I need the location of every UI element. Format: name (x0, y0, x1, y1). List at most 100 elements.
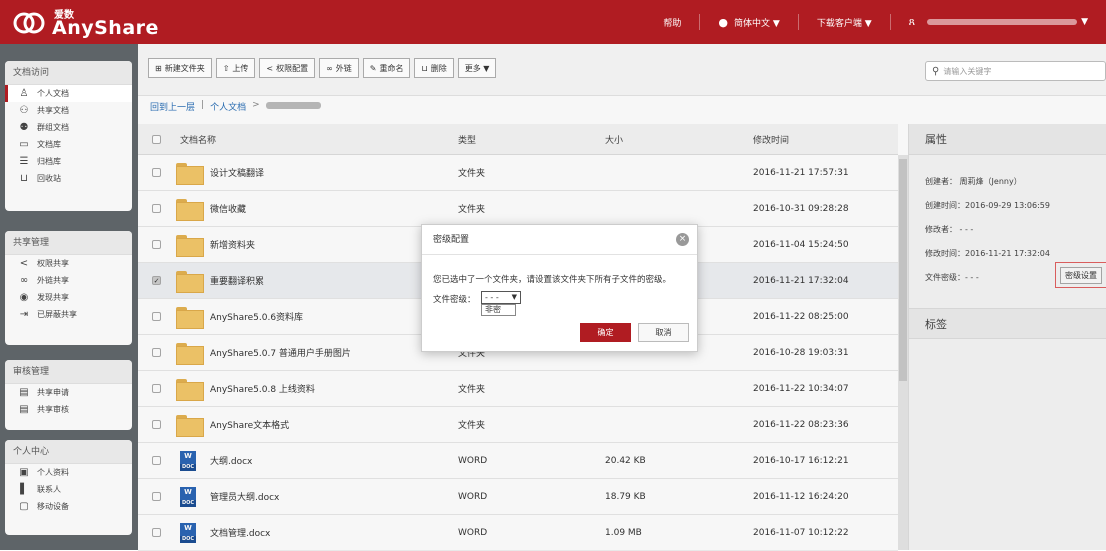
group-icon: ⚉ (19, 122, 29, 133)
button-label: 权限配置 (276, 63, 309, 73)
permission-config-button[interactable]: < 权限配置 (259, 58, 316, 78)
sidebar-item-shared-docs[interactable]: ⚇ 共享文档 (5, 102, 132, 119)
logo[interactable]: 爱数 AnyShare (12, 6, 158, 40)
sidebar-group-personal-center: 个人中心 ▣ 个人资料 ▌ 联系人 ▢ 移动设备 (5, 440, 132, 535)
button-label: 上传 (232, 63, 249, 73)
sidebar-item-label: 共享文档 (37, 106, 69, 115)
search-input[interactable]: ⚲ 请输入关键字 (925, 61, 1106, 81)
sidebar-item-label: 联系人 (37, 485, 61, 494)
sidebar-item-contacts[interactable]: ▌ 联系人 (5, 481, 132, 498)
sidebar-group-title: 审核管理 (5, 360, 132, 384)
close-icon[interactable]: × (676, 233, 689, 246)
level-select-value: - - - (485, 293, 499, 302)
confirm-button[interactable]: 确定 (580, 323, 631, 342)
sidebar-item-label: 发现共享 (37, 293, 69, 302)
toolbar: ⊞ 新建文件夹 ⇧ 上传 < 权限配置 ∞ 外链 ✎ 重命名 ⊔ 删除 更多 ▼ ⚲ 请输入关… (138, 44, 1106, 96)
sidebar-item-label: 群组文档 (37, 123, 69, 132)
sidebar-group-document-access: 文档访问 ♙ 个人文档 ⚇ 共享文档 ⚉ 群组文档 ▭ 文档库 ☰ 归档库 ⊔ 回收站 (5, 61, 132, 211)
level-label: 文件密级： (433, 295, 476, 305)
sidebar-item-label: 权限共享 (37, 259, 69, 268)
cancel-button[interactable]: 取消 (638, 323, 689, 342)
sidebar-item-share-request[interactable]: ▤ 共享申请 (5, 384, 132, 401)
upload-button[interactable]: ⇧ 上传 (215, 58, 256, 78)
archive-icon: ☰ (19, 156, 29, 167)
button-label: 重命名 (379, 63, 404, 73)
sidebar-item-share-review[interactable]: ▤ 共享审核 (5, 401, 132, 418)
trash-icon: ⊔ (20, 173, 28, 184)
download-client-link[interactable]: 下载客户端 ▼ (797, 14, 890, 30)
more-button[interactable]: 更多 ▼ (457, 58, 497, 78)
share-user-icon: ⚇ (19, 105, 29, 116)
top-bar: 爱数 AnyShare 帮助 ● 简体中文 ▼ 下载客户端 ▼ ጸ ▼ (0, 0, 1106, 44)
help-label: 帮助 (663, 18, 682, 29)
sidebar-item-label: 文档库 (37, 140, 61, 149)
library-icon: ▭ (19, 139, 29, 150)
globe-icon: ● (718, 15, 729, 29)
delete-button[interactable]: ⊔ 删除 (414, 58, 454, 78)
sidebar-item-discover-share[interactable]: ◉ 发现共享 (5, 289, 132, 306)
link-icon: ∞ (326, 63, 333, 73)
sidebar-item-personal-docs[interactable]: ♙ 个人文档 (5, 85, 132, 102)
sidebar-item-archive[interactable]: ☰ 归档库 (5, 153, 132, 170)
eye-icon: ◉ (19, 292, 29, 303)
rename-icon: ✎ (369, 63, 377, 73)
new-folder-button[interactable]: ⊞ 新建文件夹 (148, 58, 212, 78)
button-label: 更多 ▼ (464, 63, 490, 73)
user-menu-arrow: ▼ (1081, 17, 1088, 27)
sidebar-group-title: 文档访问 (5, 61, 132, 85)
blocked-icon: ⇥ (19, 309, 29, 320)
upload-icon: ⇧ (222, 63, 230, 73)
level-option-nonsecret[interactable]: 非密 (481, 304, 516, 316)
sidebar-item-doc-library[interactable]: ▭ 文档库 (5, 136, 132, 153)
sidebar-group-review-management: 审核管理 ▤ 共享申请 ▤ 共享审核 (5, 360, 132, 430)
sidebar-item-label: 已屏蔽共享 (37, 310, 77, 319)
download-label: 下载客户端 ▼ (816, 18, 872, 29)
user-icon: ጸ (908, 15, 916, 28)
sidebar: 文档访问 ♙ 个人文档 ⚇ 共享文档 ⚉ 群组文档 ▭ 文档库 ☰ 归档库 ⊔ 回收站 共享… (0, 44, 138, 550)
sidebar-group-title: 个人中心 (5, 440, 132, 464)
sidebar-item-label: 外链共享 (37, 276, 69, 285)
anyshare-logo-icon (13, 12, 45, 34)
sidebar-group-share-management: 共享管理 < 权限共享 ∞ 外链共享 ◉ 发现共享 ⇥ 已屏蔽共享 (5, 231, 132, 345)
new-folder-icon: ⊞ (155, 63, 162, 73)
brand-en: AnyShare (52, 17, 159, 39)
sidebar-item-label: 共享申请 (37, 388, 69, 397)
device-icon: ▢ (19, 501, 29, 512)
rename-button[interactable]: ✎ 重命名 (362, 58, 411, 78)
button-label: 新建文件夹 (164, 63, 205, 73)
help-link[interactable]: 帮助 (645, 14, 699, 30)
link-icon: ∞ (19, 275, 29, 286)
profile-icon: ▣ (19, 467, 29, 478)
sidebar-item-label: 移动设备 (37, 502, 69, 511)
external-link-button[interactable]: ∞ 外链 (319, 58, 359, 78)
sidebar-item-label: 共享审核 (37, 405, 69, 414)
sidebar-item-label: 个人资料 (37, 468, 69, 477)
sidebar-item-permission-share[interactable]: < 权限共享 (5, 255, 132, 272)
button-label: 外链 (335, 63, 352, 73)
sidebar-item-link-share[interactable]: ∞ 外链共享 (5, 272, 132, 289)
share-icon: < (266, 63, 274, 73)
user-outline-icon: ♙ (19, 88, 29, 99)
sidebar-item-mobile-devices[interactable]: ▢ 移动设备 (5, 498, 132, 515)
search-placeholder: 请输入关键字 (943, 66, 992, 76)
user-name-redacted (927, 19, 1078, 25)
sidebar-item-profile[interactable]: ▣ 个人资料 (5, 464, 132, 481)
chevron-down-icon: ▼ (511, 293, 517, 301)
sidebar-item-label: 个人文档 (37, 89, 69, 98)
sidebar-item-group-docs[interactable]: ⚉ 群组文档 (5, 119, 132, 136)
search-icon: ⚲ (932, 65, 940, 77)
review-icon: ▤ (19, 404, 29, 415)
button-label: 删除 (430, 63, 447, 73)
dialog-message: 您已选中了一个文件夹，请设置该文件夹下所有子文件的密级。 (433, 275, 672, 285)
user-menu[interactable]: ጸ ▼ (889, 14, 1106, 30)
sidebar-item-recycle-bin[interactable]: ⊔ 回收站 (5, 170, 132, 187)
sidebar-item-blocked-share[interactable]: ⇥ 已屏蔽共享 (5, 306, 132, 323)
level-select[interactable]: - - - ▼ (481, 291, 521, 304)
contacts-icon: ▌ (20, 484, 28, 495)
sidebar-group-title: 共享管理 (5, 231, 132, 255)
trash-icon: ⊔ (421, 63, 428, 73)
dialog-title: 密级配置 (422, 225, 697, 255)
share-icon: < (19, 258, 29, 269)
language-label: 简体中文 ▼ (734, 18, 780, 29)
language-selector[interactable]: ● 简体中文 ▼ (699, 14, 797, 30)
